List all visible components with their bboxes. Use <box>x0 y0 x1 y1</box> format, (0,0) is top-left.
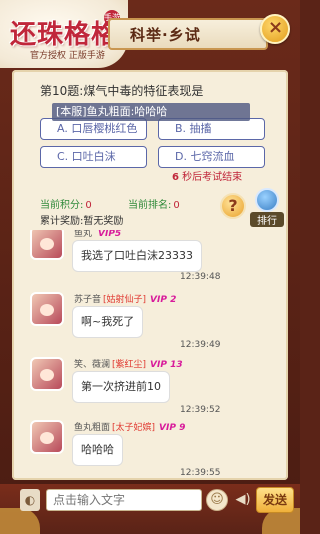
option-a-button[interactable]: A. 口唇樱桃红色 <box>40 118 147 140</box>
sender-name: 苏子音 [姑射仙子] VIP 2 <box>74 292 176 305</box>
trophy-icon <box>255 188 279 212</box>
ranking-label: 排行 <box>250 212 284 227</box>
chat-list[interactable]: 鱼丸 VIP5 我选了口吐白沫23333 12:39:48 苏子音 [姑射仙子] VI… <box>30 230 286 480</box>
close-button[interactable]: × <box>260 14 290 44</box>
logo-subtitle: 官方授权 正版手游 <box>30 51 105 61</box>
countdown-text: 秒后考试结束 <box>178 172 243 183</box>
sender-title: [姑射仙子] <box>103 295 147 305</box>
voice-icon: ◐ <box>24 493 36 507</box>
rank-stat: 当前排名: 0 <box>128 196 180 211</box>
close-icon: × <box>268 17 284 38</box>
header: 还珠格格 手游 官方授权 正版手游 科举·乡试 × <box>0 0 300 70</box>
input-bar: ◐ ☺ ◀) 发送 <box>20 487 294 513</box>
vip-badge: VIP 9 <box>159 423 186 433</box>
sender-name-text: 苏子音 <box>74 295 102 305</box>
ranking-button[interactable]: 排行 <box>250 188 284 228</box>
sender-name: 鱼丸粗面 [太子妃嫔] VIP 9 <box>74 420 185 433</box>
message-bubble: 啊~我死了 <box>72 306 144 338</box>
speaker-icon: ◀) <box>235 492 251 507</box>
option-c-button[interactable]: C. 口吐白沫 <box>40 146 147 168</box>
sender-name-text: 鱼丸粗面 <box>74 423 111 433</box>
avatar-face <box>40 369 54 381</box>
emoji-button[interactable]: ☺ <box>206 489 228 511</box>
option-b-button[interactable]: B. 抽搐 <box>158 118 265 140</box>
sender-title: [紫红尘] <box>112 360 147 370</box>
score-value: 0 <box>85 200 92 211</box>
app-root: 还珠格格 手游 官方授权 正版手游 科举·乡试 × 第10题:煤气中毒的特征表现… <box>0 0 300 534</box>
vip-badge: VIP5 <box>98 230 122 239</box>
message-time: 12:39:55 <box>180 468 221 478</box>
avatar[interactable] <box>30 420 64 454</box>
sender-title: [太子妃嫔] <box>112 423 156 433</box>
speaker-button[interactable]: ◀) <box>232 489 254 511</box>
page-title: 科举·乡试 <box>130 26 201 44</box>
sender-name-text: 鱼丸 <box>74 230 93 239</box>
emoji-icon: ☺ <box>210 492 224 507</box>
reward-stat: 累计奖励:暂无奖励 <box>40 212 123 227</box>
avatar[interactable] <box>30 357 64 391</box>
score-stat: 当前积分: 0 <box>40 196 92 211</box>
logo-title: 还珠格格 <box>10 20 119 50</box>
message-time: 12:39:52 <box>180 405 221 415</box>
avatar-face <box>40 238 54 250</box>
rank-label: 当前排名: <box>128 200 172 211</box>
sender-name-text: 笑、薇澜 <box>74 360 111 370</box>
sender-name: 鱼丸 VIP5 <box>74 230 121 239</box>
countdown: 6 秒后考试结束 <box>172 168 242 183</box>
question-mark-icon: ? <box>228 196 238 215</box>
answer-tip-banner: [本服]鱼丸粗面:哈哈哈 <box>52 103 250 121</box>
avatar-face <box>40 304 54 316</box>
message-time: 12:39:48 <box>180 272 221 282</box>
help-button[interactable]: ? <box>220 193 246 219</box>
avatar[interactable] <box>30 292 64 326</box>
score-label: 当前积分: <box>40 200 84 211</box>
send-button[interactable]: 发送 <box>256 487 294 513</box>
voice-button[interactable]: ◐ <box>20 489 40 511</box>
vip-badge: VIP 13 <box>150 360 183 370</box>
countdown-number: 6 <box>172 172 179 183</box>
message-bubble: 第一次挤进前10 <box>72 371 170 403</box>
option-d-button[interactable]: D. 七窍流血 <box>158 146 265 168</box>
message-bubble: 我选了口吐白沫23333 <box>72 240 202 272</box>
message-time: 12:39:49 <box>180 340 221 350</box>
avatar[interactable] <box>30 230 64 260</box>
message-bubble: 哈哈哈 <box>72 434 123 466</box>
reward-label: 累计奖励: <box>40 216 84 227</box>
question-text: 第10题:煤气中毒的特征表现是 <box>40 84 204 98</box>
sender-name: 笑、薇澜 [紫红尘] VIP 13 <box>74 357 183 370</box>
reward-value: 暂无奖励 <box>83 216 124 227</box>
chat-input[interactable] <box>46 489 202 511</box>
vip-badge: VIP 2 <box>150 295 177 305</box>
avatar-face <box>40 432 54 444</box>
rank-value: 0 <box>173 200 180 211</box>
